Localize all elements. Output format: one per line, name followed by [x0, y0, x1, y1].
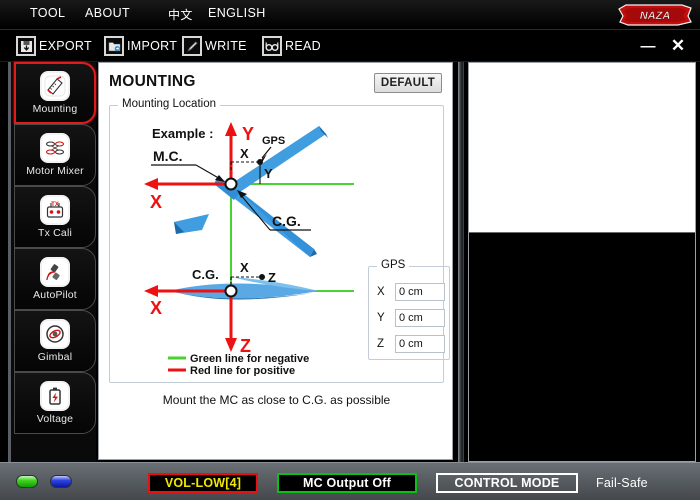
default-button[interactable]: DEFAULT	[374, 73, 442, 93]
glasses-icon	[262, 36, 282, 56]
mount-hint-text: Mount the MC as close to C.G. as possibl…	[162, 393, 391, 407]
svg-text:Z: Z	[268, 270, 276, 285]
svg-text:X: X	[240, 146, 249, 161]
gps-input-y[interactable]	[395, 309, 445, 327]
import-label: IMPORT	[127, 39, 178, 53]
svg-text:Green line for negative: Green line for negative	[190, 353, 309, 365]
sidebar-label-gimbal: Gimbal	[37, 351, 73, 363]
svg-text:Red line for positive: Red line for positive	[190, 365, 295, 376]
sidebar-label-voltage: Voltage	[36, 413, 74, 425]
read-label: READ	[285, 39, 321, 53]
svg-text:Example :: Example :	[152, 126, 213, 141]
export-button[interactable]: EXPORT	[16, 35, 92, 57]
mounting-icon	[40, 71, 70, 101]
svg-text:TX: TX	[51, 202, 59, 208]
pencil-icon	[182, 36, 202, 56]
write-button[interactable]: WRITE	[182, 35, 247, 57]
main-content-panel: MOUNTING DEFAULT Mounting Location Y X X…	[98, 62, 453, 460]
sidebar-item-gimbal[interactable]: Gimbal	[14, 310, 96, 372]
import-button[interactable]: IMPORT	[104, 35, 177, 57]
right-panel-preview-area	[469, 63, 695, 233]
sidebar-item-motor-mixer[interactable]: Motor Mixer	[14, 124, 96, 186]
green-led-indicator	[16, 475, 38, 488]
gps-axis-label-z: Z	[377, 338, 385, 350]
menu-item-chinese[interactable]: 中文	[168, 6, 193, 23]
gps-legend: GPS	[377, 259, 410, 271]
sidebar-label-motor-mixer: Motor Mixer	[26, 165, 84, 177]
mounting-diagram: Y X X Y GPS Example: M.C. C.G. X Z X Z …	[114, 114, 364, 376]
gps-row-x: X	[377, 283, 445, 301]
export-label: EXPORT	[39, 39, 92, 53]
right-panel-video-area	[469, 235, 695, 461]
mc-output-status-badge: MC Output Off	[277, 473, 417, 493]
gps-axis-label-y: Y	[377, 312, 385, 324]
toolbar: EXPORT IMPORT WRITE READ — ✕	[0, 30, 700, 62]
gps-input-x[interactable]	[395, 283, 445, 301]
voltage-status-badge: VOL-LOW[4]	[148, 473, 258, 493]
sidebar-item-mounting[interactable]: Mounting	[14, 62, 96, 124]
svg-text:C.G.: C.G.	[272, 213, 301, 229]
svg-text:X: X	[150, 192, 162, 212]
sidebar-item-voltage[interactable]: Voltage	[14, 372, 96, 434]
svg-text:X: X	[150, 298, 162, 318]
svg-text:M.C.: M.C.	[153, 148, 183, 164]
blue-led-indicator	[50, 475, 72, 488]
mounting-location-fieldset: Mounting Location Y X X Y GPS Example: …	[109, 98, 450, 383]
menu-item-tool[interactable]: TOOL	[30, 6, 65, 20]
sidebar-item-tx-cali[interactable]: TX Tx Cali	[14, 186, 96, 248]
menu-item-english[interactable]: ENGLISH	[208, 6, 266, 20]
svg-text:Y: Y	[242, 124, 254, 144]
svg-text:X: X	[240, 260, 249, 275]
mounting-location-legend: Mounting Location	[118, 98, 220, 110]
page-title: MOUNTING	[109, 73, 196, 90]
export-icon	[16, 36, 36, 56]
sidebar-label-autopilot: AutoPilot	[33, 289, 77, 301]
tx-cali-icon: TX	[40, 195, 70, 225]
body-area: Mounting Motor Mixer TX Tx Cali AutoPilo…	[0, 62, 700, 462]
close-button[interactable]: ✕	[668, 36, 688, 55]
read-button[interactable]: READ	[262, 35, 321, 57]
control-mode-status-badge: CONTROL MODE	[436, 473, 578, 493]
application-window: TOOL ABOUT 中文 ENGLISH NAZA EXPORT IMPORT…	[0, 0, 700, 500]
motor-mixer-icon	[40, 133, 70, 163]
right-panel	[468, 62, 696, 462]
gimbal-icon	[40, 319, 70, 349]
sidebar: Mounting Motor Mixer TX Tx Cali AutoPilo…	[8, 62, 96, 462]
gps-fieldset: GPS X Y Z	[368, 259, 450, 360]
svg-text:GPS: GPS	[262, 135, 285, 147]
import-folder-icon	[104, 36, 124, 56]
sidebar-item-autopilot[interactable]: AutoPilot	[14, 248, 96, 310]
svg-text:NAZA: NAZA	[640, 10, 671, 22]
sidebar-label-tx-cali: Tx Cali	[37, 227, 73, 239]
naza-logo: NAZA	[616, 3, 694, 27]
gps-axis-label-x: X	[377, 286, 385, 298]
failsafe-status-label: Fail-Safe	[596, 476, 648, 490]
voltage-icon	[40, 381, 70, 411]
svg-text:C.G.: C.G.	[192, 267, 219, 282]
menu-item-about[interactable]: ABOUT	[85, 6, 130, 20]
gps-row-y: Y	[377, 309, 445, 327]
gps-row-z: Z	[377, 335, 445, 353]
write-label: WRITE	[205, 39, 247, 53]
svg-text:Y: Y	[264, 166, 273, 181]
autopilot-icon	[40, 257, 70, 287]
minimize-button[interactable]: —	[638, 37, 658, 55]
status-bar: VOL-LOW[4] MC Output Off CONTROL MODE Fa…	[0, 462, 700, 500]
sidebar-label-mounting: Mounting	[32, 103, 78, 115]
menu-bar: TOOL ABOUT 中文 ENGLISH NAZA	[0, 0, 700, 30]
panel-splitter[interactable]	[458, 62, 464, 462]
gps-input-z[interactable]	[395, 335, 445, 353]
